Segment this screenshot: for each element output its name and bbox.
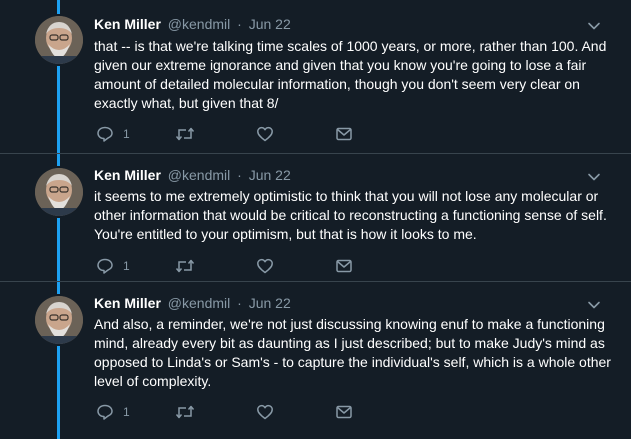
like-button[interactable] [256, 257, 274, 275]
tweet-header: Ken Miller @kendmil · Jun 22 [94, 15, 291, 33]
tweet-date[interactable]: Jun 22 [249, 167, 291, 183]
message-button[interactable] [335, 403, 353, 421]
chevron-down-icon[interactable] [587, 170, 601, 184]
avatar[interactable] [35, 296, 83, 344]
retweet-button[interactable] [175, 257, 195, 275]
tweet-header: Ken Miller @kendmil · Jun 22 [94, 166, 291, 184]
tweet-text: And also, a reminder, we're not just dis… [94, 316, 611, 389]
retweet-icon [175, 405, 195, 419]
reply-button[interactable]: 1 [96, 125, 130, 143]
tweet-date[interactable]: Jun 22 [249, 16, 291, 32]
retweet-icon [175, 259, 195, 273]
reply-button[interactable]: 1 [96, 403, 130, 421]
like-button[interactable] [256, 403, 274, 421]
author-name[interactable]: Ken Miller [94, 16, 161, 32]
chevron-down-icon[interactable] [587, 298, 601, 312]
author-name[interactable]: Ken Miller [94, 167, 161, 183]
tweet[interactable]: Ken Miller @kendmil · Jun 22 And also, a… [0, 282, 631, 439]
message-button[interactable] [335, 257, 353, 275]
chevron-down-icon[interactable] [587, 19, 601, 33]
tweet[interactable]: Ken Miller @kendmil · Jun 22 it seems to… [0, 154, 631, 282]
reply-icon [97, 404, 113, 420]
like-icon [257, 126, 273, 142]
tweet[interactable]: Ken Miller @kendmil · Jun 22 that -- is … [0, 0, 631, 154]
separator-dot: · [237, 16, 242, 32]
avatar[interactable] [35, 16, 83, 64]
reply-count: 1 [123, 405, 130, 419]
separator-dot: · [237, 167, 242, 183]
reply-count: 1 [123, 127, 130, 141]
reply-button[interactable]: 1 [96, 257, 130, 275]
retweet-button[interactable] [175, 403, 195, 421]
tweet-date[interactable]: Jun 22 [249, 295, 291, 311]
author-handle[interactable]: @kendmil [168, 16, 230, 32]
tweet-thread: Ken Miller @kendmil · Jun 22 that -- is … [0, 0, 631, 439]
tweet-text: that -- is that we're talking time scale… [94, 38, 607, 111]
separator-dot: · [237, 295, 242, 311]
tweet-header: Ken Miller @kendmil · Jun 22 [94, 294, 291, 312]
author-name[interactable]: Ken Miller [94, 295, 161, 311]
message-button[interactable] [335, 125, 353, 143]
retweet-button[interactable] [175, 125, 195, 143]
like-icon [257, 404, 273, 420]
tweet-text: it seems to me extremely optimistic to t… [94, 188, 607, 242]
like-icon [257, 258, 273, 274]
tweet-actions: 1 [96, 257, 376, 277]
reply-count: 1 [123, 259, 130, 273]
message-icon [336, 127, 352, 141]
reply-icon [97, 126, 113, 142]
tweet-actions: 1 [96, 403, 376, 423]
tweet-actions: 1 [96, 125, 376, 145]
avatar[interactable] [35, 168, 83, 216]
message-icon [336, 405, 352, 419]
like-button[interactable] [256, 125, 274, 143]
retweet-icon [175, 127, 195, 141]
reply-icon [97, 258, 113, 274]
message-icon [336, 259, 352, 273]
author-handle[interactable]: @kendmil [168, 167, 230, 183]
author-handle[interactable]: @kendmil [168, 295, 230, 311]
